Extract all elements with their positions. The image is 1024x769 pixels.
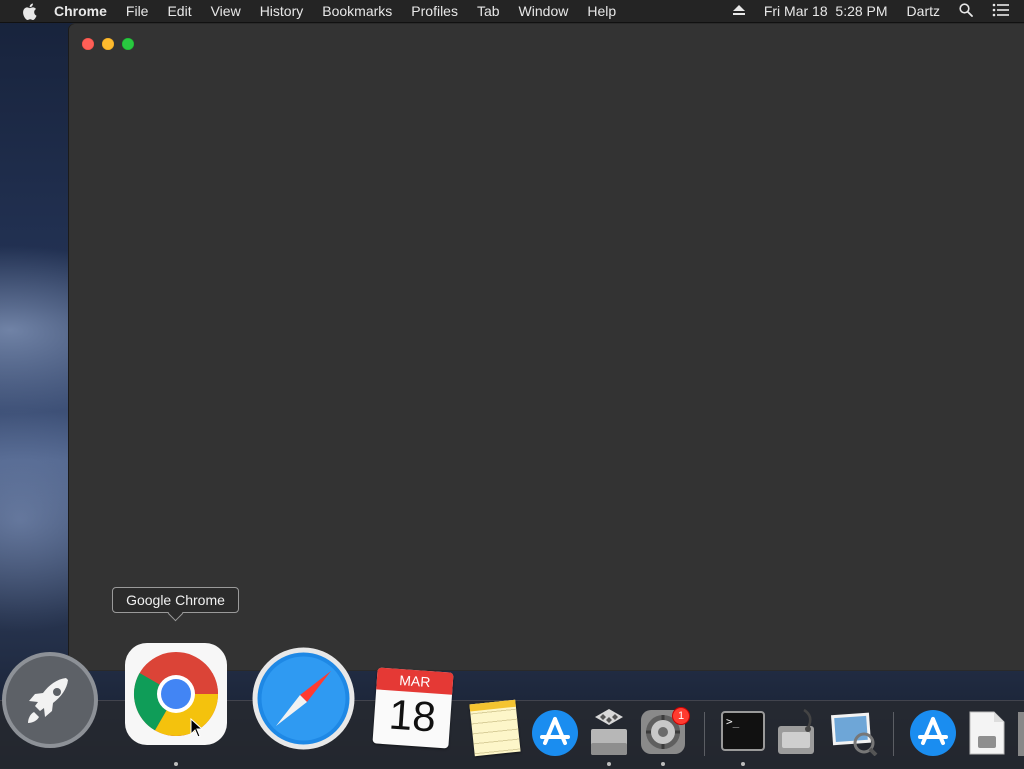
app-store-icon[interactable] xyxy=(531,709,579,757)
mouse-cursor-icon xyxy=(190,718,204,738)
apple-icon xyxy=(22,3,36,20)
terminal-icon[interactable]: >_ xyxy=(721,711,765,751)
menu-help[interactable]: Help xyxy=(587,3,616,19)
spotlight-icon[interactable] xyxy=(959,2,973,20)
menu-chrome[interactable]: Chrome xyxy=(54,3,107,19)
window-close-button[interactable] xyxy=(82,38,94,50)
launchpad-icon[interactable] xyxy=(0,650,101,751)
menu-profiles[interactable]: Profiles xyxy=(411,3,458,19)
dock-edge-item xyxy=(1018,712,1024,756)
menu-view[interactable]: View xyxy=(211,3,241,19)
eject-icon[interactable] xyxy=(732,3,745,19)
status-menus: Fri Mar 18 5:28 PM Dartz xyxy=(732,0,1024,22)
calendar-icon[interactable]: MAR 18 xyxy=(372,667,454,749)
disk-utility-icon[interactable] xyxy=(774,706,824,756)
chrome-window[interactable] xyxy=(69,24,1024,670)
running-indicator xyxy=(741,762,745,766)
chrome-icon[interactable] xyxy=(124,642,228,746)
dock-tooltip: Google Chrome xyxy=(112,587,239,613)
menu-window[interactable]: Window xyxy=(519,3,569,19)
running-indicator xyxy=(174,762,178,766)
safari-icon[interactable] xyxy=(251,646,356,751)
user-menu[interactable]: Dartz xyxy=(907,3,940,19)
window-zoom-button[interactable] xyxy=(122,38,134,50)
menu-history[interactable]: History xyxy=(260,3,304,19)
running-indicator xyxy=(607,762,611,766)
notification-badge: 1 xyxy=(672,707,690,725)
menu-file[interactable]: File xyxy=(126,3,149,19)
apple-menu[interactable] xyxy=(18,3,40,20)
notes-icon[interactable] xyxy=(469,699,521,757)
dock-tooltip-label: Google Chrome xyxy=(126,592,225,608)
calendar-day: 18 xyxy=(387,690,438,741)
menu-tab[interactable]: Tab xyxy=(477,3,500,19)
disk-image-icon[interactable] xyxy=(968,710,1006,756)
menu-edit[interactable]: Edit xyxy=(167,3,191,19)
dock-separator xyxy=(704,712,705,756)
preview-icon[interactable] xyxy=(830,710,878,756)
running-indicator xyxy=(661,762,665,766)
app-store-icon[interactable] xyxy=(909,709,957,757)
menu-bar: Chrome File Edit View History Bookmarks … xyxy=(0,0,1024,22)
dock-separator xyxy=(893,712,894,756)
notification-center-icon[interactable] xyxy=(992,3,1010,20)
clock[interactable]: Fri Mar 18 5:28 PM xyxy=(764,3,888,19)
menu-bookmarks[interactable]: Bookmarks xyxy=(322,3,392,19)
bootcamp-icon[interactable] xyxy=(588,707,630,757)
window-minimize-button[interactable] xyxy=(102,38,114,50)
